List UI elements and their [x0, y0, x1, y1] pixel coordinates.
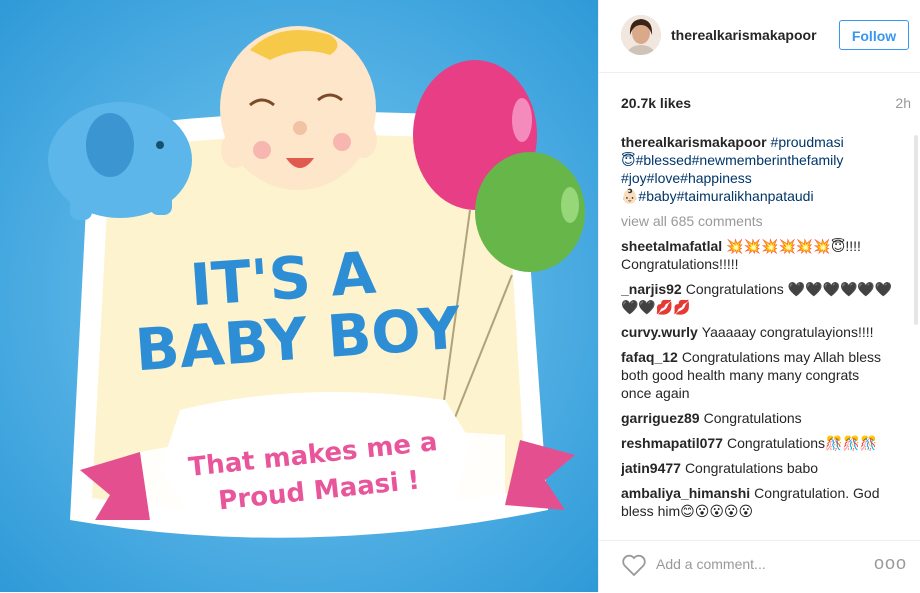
comment-item: jatin9477 Congratulations babo: [621, 459, 893, 477]
header-username[interactable]: therealkarismakapoor: [671, 27, 817, 43]
comment-item: sheetalmafatlal 💥💥💥💥💥💥😇!!!! Congratulatio…: [621, 237, 893, 273]
caption-line-2[interactable]: 😇#blessed#newmemberinthefamily: [621, 152, 843, 168]
comment-username[interactable]: curvy.wurly: [621, 324, 698, 340]
heart-outline-icon[interactable]: [621, 553, 647, 577]
caption-line-1[interactable]: #proudmasi: [771, 134, 844, 150]
post-sidebar: therealkarismakapoor Follow 20.7k likes …: [598, 0, 920, 592]
baby-face-icon: [220, 26, 377, 190]
comment-item: ambaliya_himanshi Congratulation. God ble…: [621, 484, 893, 520]
view-all-comments-link[interactable]: view all 685 comments: [621, 212, 893, 230]
add-comment-input[interactable]: Add a comment...: [656, 556, 766, 572]
profile-photo-icon: [621, 15, 661, 55]
comment-text: Congratulations🎊🎊🎊: [726, 435, 878, 451]
comment-item: reshmapatil077 Congratulations🎊🎊🎊: [621, 434, 893, 452]
comment-item: _narjis92 Congratulations 🖤🖤🖤🖤🖤🖤🖤🖤💋💋: [621, 280, 893, 316]
follow-button[interactable]: Follow: [839, 20, 909, 50]
comment-username[interactable]: reshmapatil077: [621, 435, 723, 451]
avatar[interactable]: [621, 15, 661, 55]
comment-username[interactable]: sheetalmafatlal: [621, 238, 722, 254]
comment-username[interactable]: _narjis92: [621, 281, 682, 297]
comments-list: therealkarismakapoor #proudmasi 😇#blessed…: [621, 133, 893, 528]
post-header: therealkarismakapoor Follow: [599, 0, 920, 73]
caption: therealkarismakapoor #proudmasi 😇#blessed…: [621, 133, 893, 205]
comment-username[interactable]: jatin9477: [621, 460, 681, 476]
likes-count[interactable]: 20.7k likes: [621, 95, 691, 111]
comment-item: curvy.wurly Yaaaaay congratulayions!!!!: [621, 323, 893, 341]
comment-username[interactable]: fafaq_12: [621, 349, 678, 365]
caption-line-3[interactable]: #joy#love#happiness: [621, 170, 752, 186]
caption-username[interactable]: therealkarismakapoor: [621, 134, 767, 150]
comment-item: garriguez89 Congratulations: [621, 409, 893, 427]
comment-username[interactable]: garriguez89: [621, 410, 700, 426]
caption-line-4[interactable]: 👶🏻#baby#taimuralikhanpataudi: [621, 188, 814, 204]
likes-row: 20.7k likes 2h: [621, 95, 911, 115]
comment-text: Yaaaaay congratulayions!!!!: [701, 324, 874, 340]
post-image[interactable]: IT'S A BABY BOY That makes me a Proud Ma…: [0, 0, 598, 592]
comment-item: fafaq_12 Congratulations may Allah bless …: [621, 348, 893, 402]
add-comment-row: Add a comment... ooo: [599, 540, 920, 593]
comment-text: Congratulations: [703, 410, 802, 426]
comment-username[interactable]: ambaliya_himanshi: [621, 485, 750, 501]
comment-text: Congratulations babo: [684, 460, 819, 476]
post-time[interactable]: 2h: [895, 95, 911, 111]
more-dots-icon[interactable]: ooo: [874, 553, 907, 574]
comments-scrollbar[interactable]: [914, 135, 918, 325]
